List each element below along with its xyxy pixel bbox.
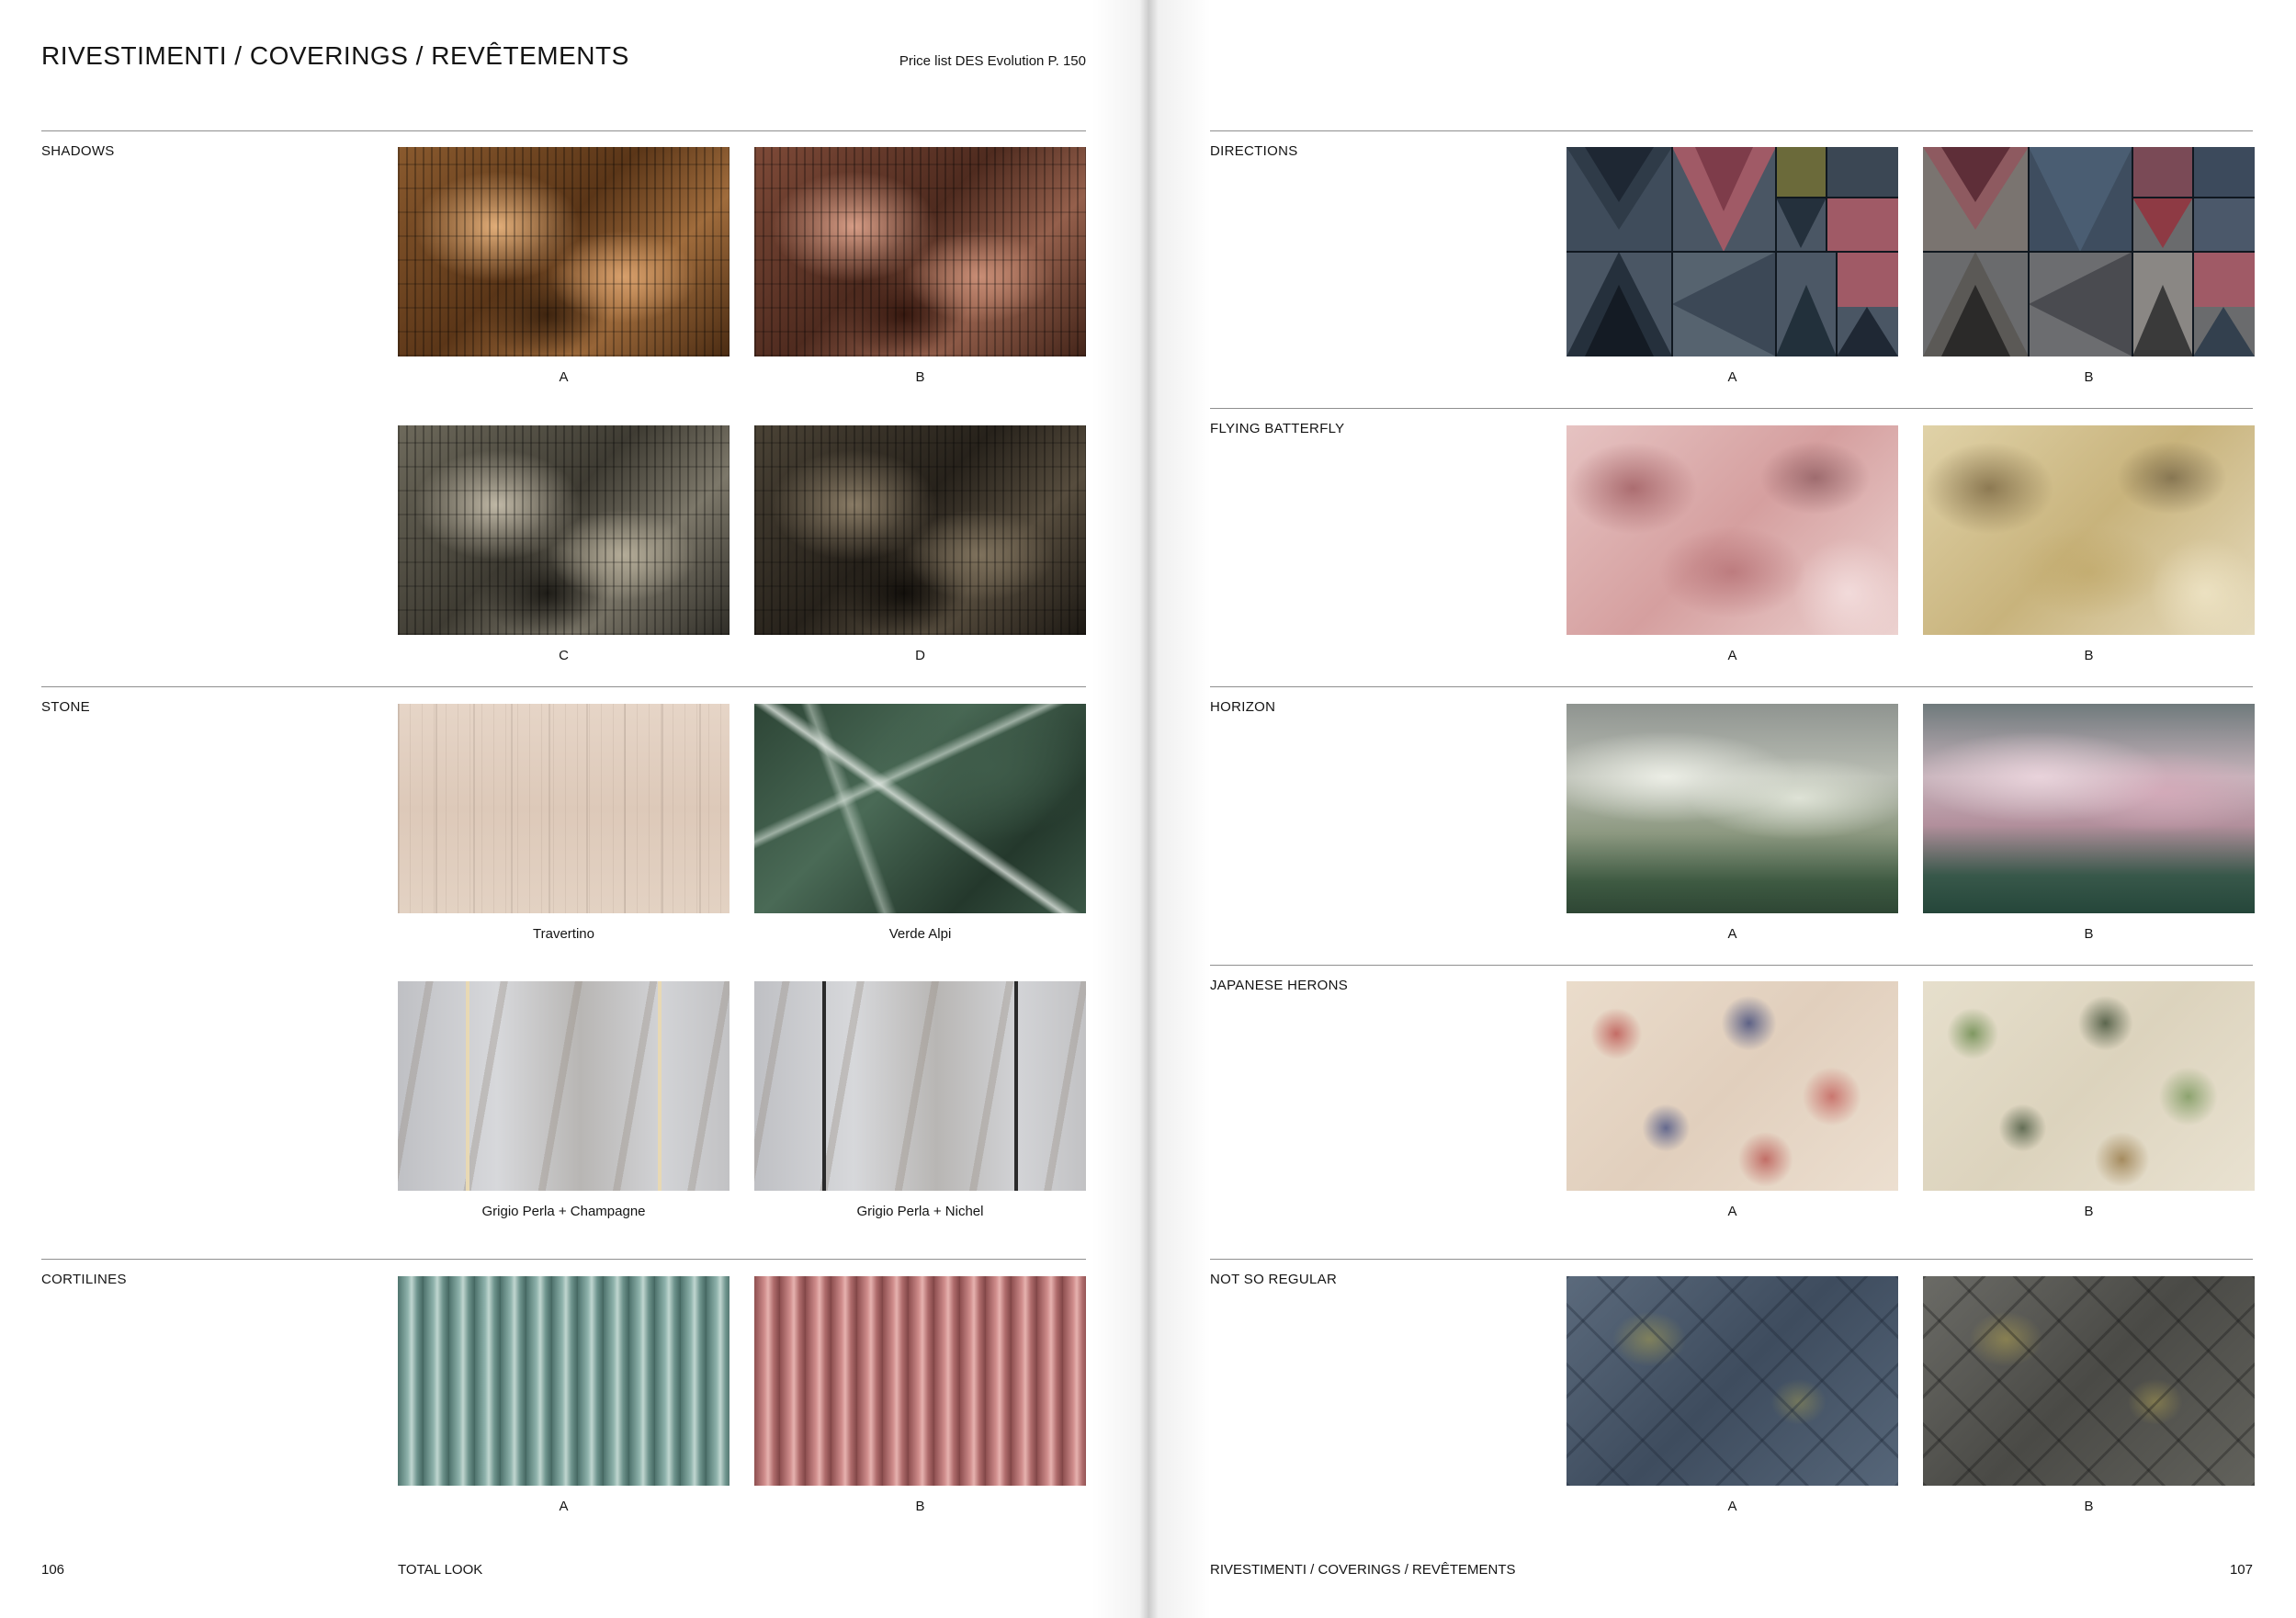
swatch-shadows-c[interactable]: [398, 425, 730, 635]
price-list-reference: Price list DES Evolution P. 150: [899, 53, 1086, 69]
section-divider: [41, 1259, 1086, 1260]
swatch-japanese-herons-b[interactable]: [1923, 981, 2255, 1191]
right-page: DIRECTIONS A B FLYING BATTERFLY A B HORI…: [1148, 0, 2296, 1618]
swatch-caption: B: [915, 369, 925, 385]
section-label-stone: STONE: [41, 699, 90, 715]
swatch-caption: A: [1727, 1499, 1737, 1514]
swatch-caption: B: [2084, 1204, 2094, 1219]
page-number: 107: [2229, 1562, 2253, 1578]
section-divider: [1210, 686, 2253, 687]
swatch-stone-grigio-perla-nichel[interactable]: [754, 981, 1086, 1191]
swatch-japanese-herons-a[interactable]: [1566, 981, 1898, 1191]
swatch-not-so-regular-b[interactable]: [1923, 1276, 2255, 1486]
swatch-caption: A: [559, 369, 569, 385]
champagne-inlay: [658, 981, 662, 1191]
swatch-caption: B: [2084, 648, 2094, 663]
swatch-caption: B: [2084, 369, 2094, 385]
champagne-inlay: [466, 981, 469, 1191]
swatch-flying-batterfly-a[interactable]: [1566, 425, 1898, 635]
swatch-shadows-b[interactable]: [754, 147, 1086, 356]
swatch-cortilines-b[interactable]: [754, 1276, 1086, 1486]
swatch-shadows-a[interactable]: [398, 147, 730, 356]
geometric-pattern: [1566, 147, 1898, 356]
swatch-stone-travertino[interactable]: [398, 704, 730, 913]
page-title: RIVESTIMENTI / COVERINGS / REVÊTEMENTS: [41, 41, 629, 70]
swatch-caption: Verde Alpi: [888, 926, 952, 942]
swatch-caption: A: [1727, 369, 1737, 385]
swatch-cortilines-a[interactable]: [398, 1276, 730, 1486]
swatch-caption: Travertino: [533, 926, 594, 942]
swatch-stone-grigio-perla-champagne[interactable]: [398, 981, 730, 1191]
footer-section: TOTAL LOOK: [398, 1562, 483, 1578]
swatch-shadows-d[interactable]: [754, 425, 1086, 635]
section-label-directions: DIRECTIONS: [1210, 143, 1298, 159]
section-divider: [1210, 130, 2253, 131]
section-label-horizon: HORIZON: [1210, 699, 1276, 715]
section-divider: [1210, 965, 2253, 966]
section-label-japanese-herons: JAPANESE HERONS: [1210, 978, 1349, 993]
swatch-caption: Grigio Perla + Nichel: [856, 1204, 984, 1219]
swatch-horizon-b[interactable]: [1923, 704, 2255, 913]
page-number: 106: [41, 1562, 65, 1578]
swatch-caption: A: [1727, 648, 1737, 663]
swatch-caption: B: [2084, 926, 2094, 942]
swatch-caption: Grigio Perla + Champagne: [481, 1204, 646, 1219]
section-label-not-so-regular: NOT SO REGULAR: [1210, 1272, 1338, 1287]
swatch-caption: D: [915, 648, 925, 663]
geometric-pattern: [1923, 147, 2255, 356]
swatch-directions-a[interactable]: [1566, 147, 1898, 356]
section-divider: [1210, 408, 2253, 409]
swatch-caption: C: [559, 648, 569, 663]
nichel-inlay: [1014, 981, 1018, 1191]
swatch-flying-batterfly-b[interactable]: [1923, 425, 2255, 635]
section-divider: [1210, 1259, 2253, 1260]
footer-section: RIVESTIMENTI / COVERINGS / REVÊTEMENTS: [1210, 1562, 1516, 1578]
section-divider: [41, 130, 1086, 131]
left-page: RIVESTIMENTI / COVERINGS / REVÊTEMENTS P…: [0, 0, 1148, 1618]
section-label-cortilines: CORTILINES: [41, 1272, 127, 1287]
swatch-horizon-a[interactable]: [1566, 704, 1898, 913]
swatch-directions-b[interactable]: [1923, 147, 2255, 356]
swatch-caption: A: [559, 1499, 569, 1514]
section-label-flying-batterfly: FLYING BATTERFLY: [1210, 421, 1345, 436]
section-label-shadows: SHADOWS: [41, 143, 115, 159]
nichel-inlay: [822, 981, 826, 1191]
swatch-caption: B: [915, 1499, 925, 1514]
swatch-caption: A: [1727, 926, 1737, 942]
swatch-caption: B: [2084, 1499, 2094, 1514]
section-divider: [41, 686, 1086, 687]
swatch-stone-verde-alpi[interactable]: [754, 704, 1086, 913]
swatch-caption: A: [1727, 1204, 1737, 1219]
swatch-not-so-regular-a[interactable]: [1566, 1276, 1898, 1486]
